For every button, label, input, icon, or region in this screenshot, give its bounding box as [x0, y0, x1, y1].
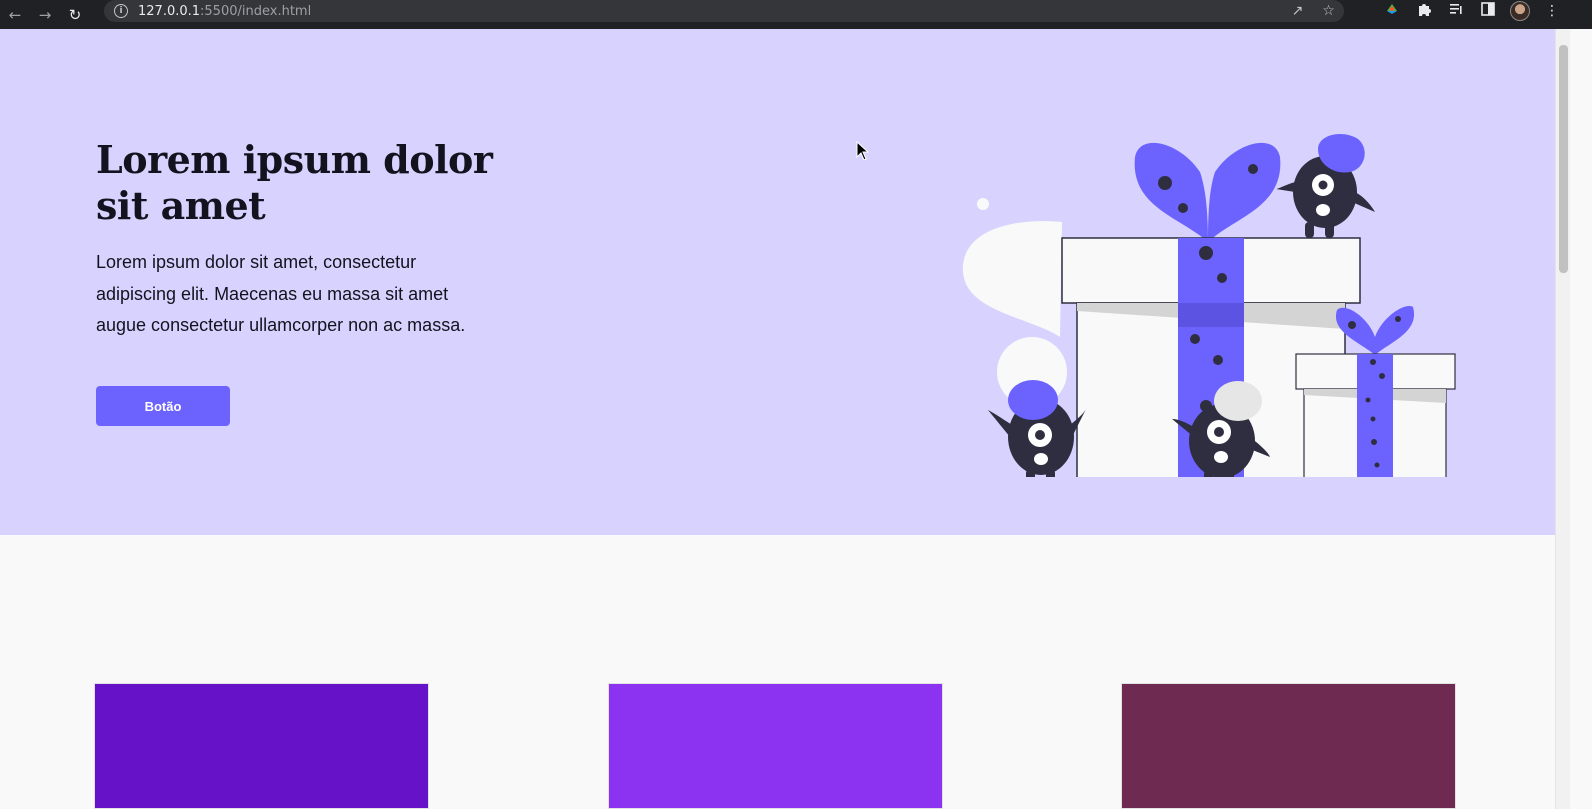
page-scrollbar[interactable] — [1555, 29, 1570, 809]
address-bar[interactable]: i 127.0.0.1:5500/index.html ↗ ☆ — [104, 0, 1344, 22]
browser-toolbar: ← → ↻ i 127.0.0.1:5500/index.html ↗ ☆ ⋮ — [0, 0, 1592, 29]
side-panel-icon[interactable] — [1472, 2, 1504, 20]
hero-button[interactable]: Botão — [96, 386, 230, 426]
gift-boxes-monsters-illustration — [962, 134, 1456, 477]
extension-color-icon[interactable] — [1376, 2, 1408, 20]
back-arrow-icon[interactable]: ← — [0, 4, 30, 26]
hero-title: Lorem ipsum dolor sit amet — [96, 137, 493, 228]
hero-text: Lorem ipsum dolor sit amet, consectetur … — [96, 252, 466, 335]
card-2 — [608, 683, 943, 809]
bookmark-star-icon[interactable]: ☆ — [1313, 3, 1344, 19]
hero-section: Lorem ipsum dolor sit amet Lorem ipsum d… — [0, 29, 1555, 535]
site-info-icon[interactable]: i — [114, 4, 128, 18]
reload-icon[interactable]: ↻ — [60, 4, 90, 26]
scrollbar-thumb[interactable] — [1559, 45, 1568, 273]
profile-avatar[interactable] — [1510, 1, 1530, 21]
window-edge — [1570, 29, 1592, 809]
url-path: :5500/index.html — [200, 3, 312, 19]
puzzle-extensions-icon[interactable] — [1408, 2, 1440, 20]
card-1 — [94, 683, 429, 809]
forward-arrow-icon[interactable]: → — [30, 4, 60, 26]
url-host: 127.0.0.1 — [138, 3, 201, 19]
card-3 — [1121, 683, 1456, 809]
share-icon[interactable]: ↗ — [1282, 3, 1313, 19]
mouse-cursor-icon — [856, 141, 870, 161]
menu-kebab-icon[interactable]: ⋮ — [1536, 3, 1568, 19]
reading-list-icon[interactable] — [1440, 2, 1472, 20]
url-text[interactable]: 127.0.0.1:5500/index.html — [138, 4, 311, 19]
